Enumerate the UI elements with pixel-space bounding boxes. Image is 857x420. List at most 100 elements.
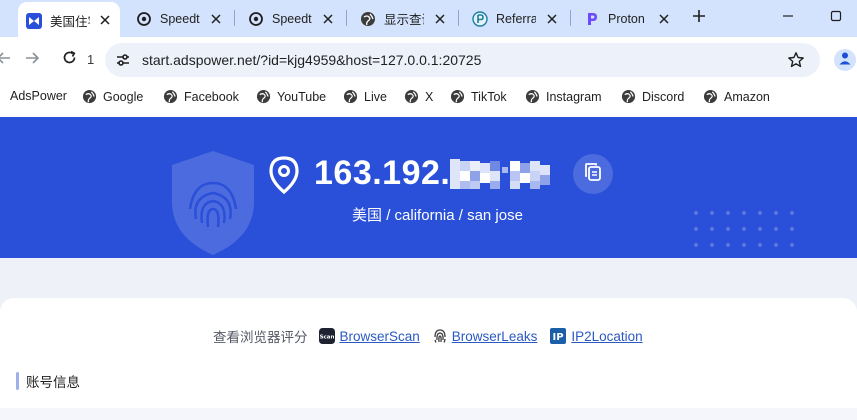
ip2location-logo-icon: IP (550, 328, 567, 344)
globe-icon (360, 11, 376, 27)
globe-icon (525, 89, 540, 104)
tab-divider (346, 10, 347, 26)
forward-button[interactable] (22, 50, 42, 70)
browserscan-logo-icon: Scan (318, 328, 335, 344)
globe-icon (450, 89, 465, 104)
copy-ip-button[interactable] (573, 154, 613, 194)
tab-speedtest-2[interactable]: Speedtest (240, 5, 343, 32)
link-label: BrowserLeaks (451, 328, 538, 344)
profile-button[interactable] (834, 49, 856, 71)
close-icon[interactable] (545, 12, 559, 26)
account-info-heading: 账号信息 (16, 371, 80, 391)
bookmark-discord[interactable]: Discord (621, 89, 684, 104)
address-bar[interactable]: start.adspower.net/?id=kjg4959&host=127.… (105, 43, 820, 77)
card-divider (0, 408, 857, 420)
tab-adspower[interactable]: 美国住宅 (18, 2, 120, 37)
bookmark-label: Instagram (546, 89, 602, 104)
close-icon[interactable] (433, 12, 447, 26)
bookmark-label: Discord (642, 89, 685, 104)
link-label: BrowserScan (339, 328, 420, 344)
speedtest-icon (248, 11, 264, 27)
speedtest-icon (136, 11, 152, 27)
fingerprint-shield-icon (172, 151, 254, 255)
globe-icon (621, 89, 636, 104)
maximize-button[interactable] (826, 8, 846, 28)
tab-proton[interactable]: Proton (576, 5, 679, 32)
bookmark-label: YouTube (277, 89, 327, 104)
minimize-icon (782, 9, 794, 27)
ip-hero-banner: 163.192. 美国 / california / san jose (0, 117, 857, 258)
svg-text:Scan: Scan (319, 335, 334, 341)
tab-divider (458, 10, 459, 26)
bookmark-label: X (425, 89, 434, 104)
tab-divider (570, 10, 571, 26)
close-icon[interactable] (657, 12, 671, 26)
bookmarks-bar: AdsPower Google Facebook YouTube Live X … (0, 83, 857, 113)
bookmark-youtube[interactable]: YouTube (256, 89, 326, 104)
arrow-right-icon (25, 51, 40, 70)
proton-icon (584, 11, 600, 27)
bookmark-instagram[interactable]: Instagram (525, 89, 602, 104)
plus-icon (692, 9, 706, 28)
tab-title: Speedtest (272, 11, 312, 26)
globe-icon (703, 89, 718, 104)
ip2location-link[interactable]: IP IP2Location (550, 328, 643, 344)
tab-referral[interactable]: Referral (464, 5, 567, 32)
bookmark-adspower[interactable]: AdsPower (10, 89, 67, 103)
link-label: IP2Location (571, 328, 643, 344)
bookmark-label: Amazon (724, 89, 770, 104)
bookmark-facebook[interactable]: Facebook (163, 89, 239, 104)
reload-button[interactable] (59, 50, 79, 70)
site-settings-icon[interactable] (115, 52, 131, 68)
bookmark-google[interactable]: Google (82, 89, 143, 104)
close-icon[interactable] (98, 13, 112, 27)
referral-icon (472, 10, 488, 27)
browserscan-link[interactable]: Scan BrowserScan (318, 328, 420, 344)
tab-title: Referral (496, 11, 536, 26)
section-accent-bar (16, 372, 19, 390)
bookmark-x[interactable]: X (404, 89, 433, 104)
page-viewport: 163.192. 美国 / california / san jose 查看浏览… (0, 117, 857, 420)
bookmark-label: AdsPower (10, 89, 67, 103)
close-icon[interactable] (209, 12, 223, 26)
globe-icon (404, 89, 419, 104)
browser-toolbar: 1 start.adspower.net/?id=kjg4959&host=12… (0, 37, 857, 83)
ip-redaction-mosaic (450, 157, 556, 191)
url-text[interactable]: start.adspower.net/?id=kjg4959&host=127.… (142, 52, 481, 68)
globe-icon (163, 89, 178, 104)
arrow-left-icon (0, 51, 11, 70)
tab-title: 美国住宅 (50, 15, 90, 29)
bookmark-tiktok[interactable]: TikTok (450, 89, 507, 104)
reload-count: 1 (87, 52, 95, 67)
person-icon (838, 51, 852, 70)
ip-location: 美国 / california / san jose (352, 207, 523, 224)
globe-icon (256, 89, 271, 104)
browser-score-row: 查看浏览器评分 Scan BrowserScan BrowserLeaks IP… (213, 326, 656, 346)
ip-address: 163.192. (314, 154, 451, 192)
close-icon[interactable] (321, 12, 335, 26)
svg-text:IP: IP (553, 332, 564, 343)
tab-title: 显示查询 (384, 13, 424, 27)
bookmark-label: Live (364, 89, 387, 104)
bookmark-label: Facebook (184, 89, 239, 104)
bookmark-amazon[interactable]: Amazon (703, 89, 770, 104)
back-button[interactable] (0, 50, 14, 70)
copy-icon (584, 162, 602, 187)
location-pin-icon (269, 156, 299, 195)
bookmark-label: Google (103, 89, 144, 104)
tab-divider (234, 10, 235, 26)
globe-icon (82, 89, 97, 104)
browserleaks-link[interactable]: BrowserLeaks (433, 328, 538, 344)
tab-speedtest-1[interactable]: Speedtest (128, 5, 231, 32)
minimize-button[interactable] (778, 8, 798, 28)
adspower-logo-icon (26, 12, 42, 29)
tab-title: Speedtest (160, 11, 200, 26)
fingerprint-icon (434, 329, 446, 343)
section-title: 账号信息 (26, 375, 80, 390)
reload-icon (62, 50, 77, 70)
tab-display-query[interactable]: 显示查询 (352, 5, 455, 32)
bookmark-star-icon[interactable] (787, 51, 805, 69)
new-tab-button[interactable] (689, 8, 709, 28)
tab-title: Proton (608, 11, 645, 26)
bookmark-live[interactable]: Live (343, 89, 387, 104)
